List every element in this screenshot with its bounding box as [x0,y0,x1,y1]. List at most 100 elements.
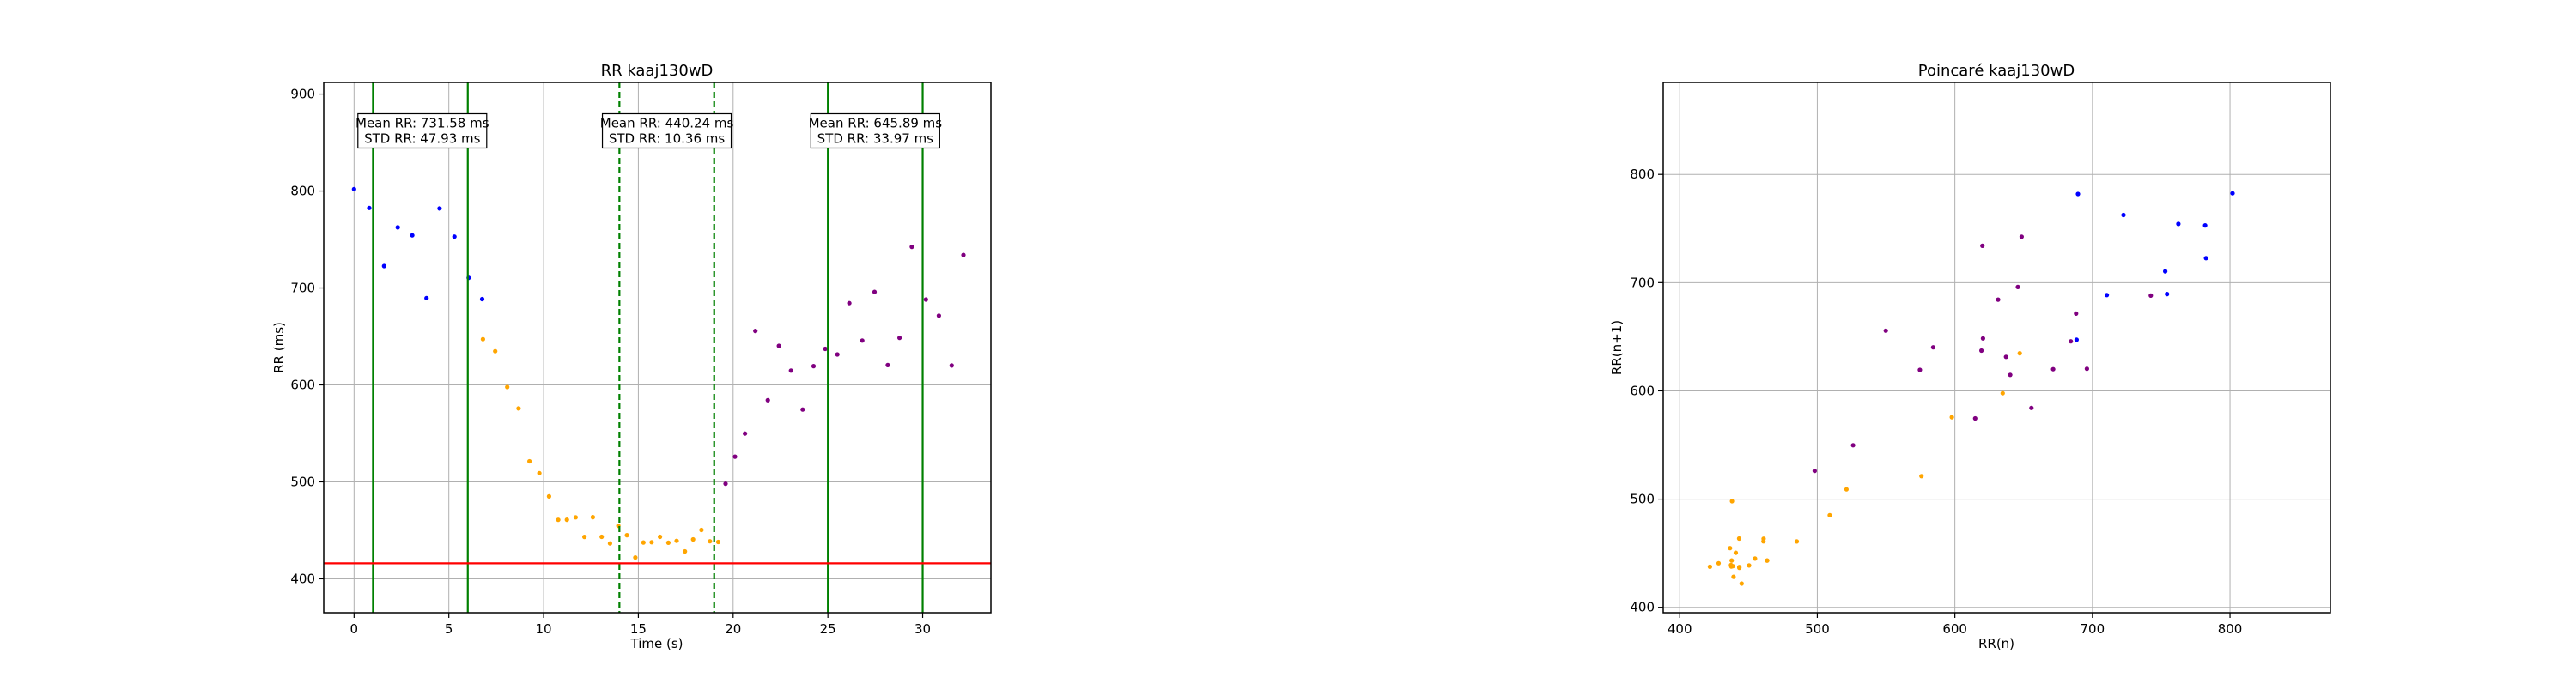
rr-point [437,206,442,211]
rr-point [872,289,878,294]
poincare-point [1739,581,1744,586]
rr-y-axis-label: RR (ms) [271,322,287,373]
rr-point [367,205,372,210]
rr-point [381,263,386,269]
rr-point [493,348,498,354]
rr-point [788,368,793,373]
rr-point [537,470,542,475]
rr-plot-frame [323,82,992,614]
poincare-grid [1663,82,2330,613]
poincare-title: Poincaré kaaj130wD [1918,62,2075,80]
rr-point [723,481,728,487]
poincare-points [1707,191,2235,586]
rr-point [527,458,532,464]
poincare-point [1753,556,1758,561]
poincare-point [2105,293,2110,298]
rr-point [395,225,400,230]
poincare-point [1917,367,1923,372]
rr-point [641,540,646,545]
rr-x-tick-label: 5 [445,621,453,637]
rr-x-axis-label: Time (s) [630,636,683,651]
rr-point [633,555,638,560]
rr-point [936,313,941,318]
rr-x-tick-label: 15 [630,621,647,637]
poincare-y-tick-label: 400 [1630,600,1655,615]
rr-point [624,533,629,538]
poincare-point [2000,390,2005,396]
rr-point [743,431,748,436]
poincare-point [2148,293,2154,298]
rr-point [776,343,781,348]
poincare-point [1930,345,1935,350]
rr-point [599,534,605,540]
rr-grid [324,82,991,613]
poincare-y-tick-label: 800 [1630,166,1655,182]
rr-x-tick-label: 25 [820,621,836,637]
rr-annotation-mean: Mean RR: 731.58 ms [355,115,489,130]
rr-point [573,515,579,520]
poincare-x-tick-label: 400 [1668,621,1692,637]
poincare-point [1949,415,1954,420]
poincare-point [1737,565,1742,570]
poincare-y-tick-label: 500 [1630,492,1655,507]
poincare-point [1731,574,1736,579]
rr-x-tick-label: 0 [350,621,359,637]
poincare-x-tick-label: 800 [2218,621,2243,637]
rr-point [699,527,704,533]
rr-point [590,515,596,520]
rr-point [480,336,486,342]
poincare-point [1979,348,1984,354]
figure: 0 5 10 15 20 25 30 400 500 600 700 800 900 Mean RR: … [271,62,2331,651]
rr-annotations: Mean RR: 731.58 msSTD RR: 47.93 ms Mean R… [355,112,942,149]
poincare-point [2019,234,2024,239]
poincare-point [1980,243,1985,248]
poincare-x-tick-label: 600 [1942,621,1967,637]
poincare-point [1729,558,1735,563]
rr-point [582,535,587,540]
rr-y-tick-label: 900 [290,87,315,102]
poincare-point [1850,443,1856,448]
poincare-point [1730,564,1735,569]
poincare-point [1707,564,1712,570]
poincare-point [2121,212,2126,218]
poincare-point [2050,366,2056,372]
rr-title: RR kaaj130wD [601,62,714,80]
rr-point [665,540,671,546]
poincare-point [1736,536,1741,542]
rr-point [811,364,817,369]
rr-annotation-std: STD RR: 33.97 ms [817,130,934,146]
rr-point [556,518,561,523]
poincare-point [1996,297,2001,302]
poincare-point [2008,372,2013,378]
rr-point [823,346,828,352]
rr-y-tick-label: 600 [290,377,315,392]
rr-point [765,397,770,402]
poincare-point [1980,336,1985,341]
rr-plot: 0 5 10 15 20 25 30 400 500 600 700 800 900 Mean RR: … [271,62,992,651]
poincare-point [2165,292,2170,297]
poincare-point [1844,487,1849,492]
rr-point [410,233,415,238]
poincare-point [1761,536,1766,542]
rr-point [683,548,688,554]
rr-point [674,538,679,543]
rr-point [452,234,457,239]
poincare-point [2176,221,2181,227]
rr-point [800,407,805,412]
poincare-point [1716,560,1722,566]
poincare-point [1794,539,1800,544]
rr-point [715,539,721,545]
rr-point [424,295,429,300]
rr-annotation-mean: Mean RR: 440.24 ms [600,115,734,130]
rr-annotation-std: STD RR: 10.36 ms [609,130,726,146]
poincare-point [1972,415,1978,421]
poincare-point [2017,351,2022,356]
rr-point [479,296,485,302]
rr-point [708,539,713,544]
poincare-point [1729,499,1735,504]
rr-point [564,518,569,523]
poincare-point [1812,469,1817,474]
poincare-point [1765,558,1770,563]
poincare-point [2069,339,2074,344]
poincare-point [1883,328,1888,333]
